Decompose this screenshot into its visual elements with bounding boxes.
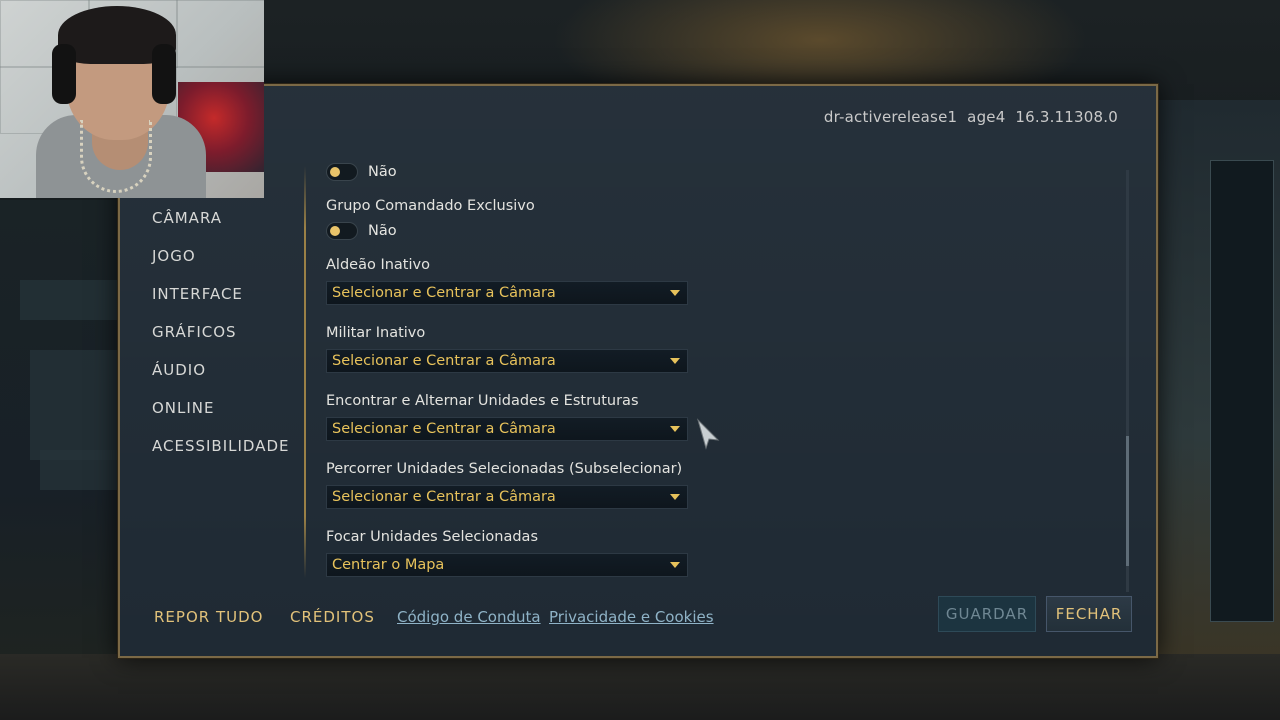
nav-item-camera[interactable]: CÂMARA bbox=[152, 206, 290, 244]
label-focar-unidades: Focar Unidades Selecionadas bbox=[326, 529, 538, 545]
settings-dialog: dr-activerelease1 age4 16.3.11308.0 CÂMA… bbox=[118, 84, 1158, 658]
dialog-footer: REPOR TUDO CRÉDITOS Código de Conduta Pr… bbox=[154, 596, 1134, 634]
label-encontrar-alternar: Encontrar e Alternar Unidades e Estrutur… bbox=[326, 393, 639, 409]
dropdown-aldeao-inativo[interactable]: Selecionar e Centrar a Câmara bbox=[326, 281, 688, 305]
toggle-grupo-comandado[interactable]: Não bbox=[326, 222, 397, 240]
toggle-previous-setting[interactable]: Não bbox=[326, 163, 397, 181]
nav-item-game[interactable]: JOGO bbox=[152, 244, 290, 282]
settings-scrollbar-thumb[interactable] bbox=[1126, 436, 1129, 566]
chevron-down-icon bbox=[670, 358, 680, 364]
toggle-knob bbox=[330, 226, 340, 236]
chevron-down-icon bbox=[670, 290, 680, 296]
code-of-conduct-link[interactable]: Código de Conduta bbox=[397, 604, 541, 630]
chevron-down-icon bbox=[670, 426, 680, 432]
game-right-ui bbox=[1155, 100, 1280, 660]
dropdown-focar-unidades[interactable]: Centrar o Mapa bbox=[326, 553, 688, 577]
save-button[interactable]: GUARDAR bbox=[938, 596, 1036, 632]
mouse-cursor-icon bbox=[696, 418, 720, 450]
nav-item-graphics[interactable]: GRÁFICOS bbox=[152, 320, 290, 358]
label-grupo-comandado: Grupo Comandado Exclusivo bbox=[326, 198, 535, 214]
nav-item-accessibility[interactable]: ACESSIBILIDADE bbox=[152, 434, 290, 472]
label-militar-inativo: Militar Inativo bbox=[326, 325, 426, 341]
nav-divider bbox=[304, 166, 306, 578]
dropdown-encontrar-alternar[interactable]: Selecionar e Centrar a Câmara bbox=[326, 417, 688, 441]
build-version-label: dr-activerelease1 age4 16.3.11308.0 bbox=[823, 108, 1118, 126]
settings-nav: CÂMARA JOGO INTERFACE GRÁFICOS ÁUDIO ONL… bbox=[152, 206, 290, 472]
dropdown-value: Selecionar e Centrar a Câmara bbox=[332, 285, 556, 301]
toggle-track bbox=[326, 222, 358, 240]
game-bottom-hud bbox=[0, 654, 1280, 720]
dropdown-value: Selecionar e Centrar a Câmara bbox=[332, 489, 556, 505]
label-percorrer-unidades: Percorrer Unidades Selecionadas (Subsele… bbox=[326, 461, 683, 477]
game-left-ui bbox=[0, 200, 118, 680]
nav-item-audio[interactable]: ÁUDIO bbox=[152, 358, 290, 396]
reset-all-button[interactable]: REPOR TUDO bbox=[154, 604, 263, 630]
dropdown-percorrer-unidades[interactable]: Selecionar e Centrar a Câmara bbox=[326, 485, 688, 509]
nav-item-online[interactable]: ONLINE bbox=[152, 396, 290, 434]
label-aldeao-inativo: Aldeão Inativo bbox=[326, 257, 430, 273]
toggle-track bbox=[326, 163, 358, 181]
nav-item-interface[interactable]: INTERFACE bbox=[152, 282, 290, 320]
toggle-value: Não bbox=[368, 164, 397, 180]
toggle-knob bbox=[330, 167, 340, 177]
dropdown-value: Selecionar e Centrar a Câmara bbox=[332, 353, 556, 369]
dropdown-value: Centrar o Mapa bbox=[332, 557, 445, 573]
toggle-value: Não bbox=[368, 223, 397, 239]
dropdown-value: Selecionar e Centrar a Câmara bbox=[332, 421, 556, 437]
webcam-overlay bbox=[0, 0, 264, 198]
credits-button[interactable]: CRÉDITOS bbox=[290, 604, 375, 630]
chevron-down-icon bbox=[670, 562, 680, 568]
chevron-down-icon bbox=[670, 494, 680, 500]
privacy-cookies-link[interactable]: Privacidade e Cookies bbox=[549, 604, 714, 630]
dropdown-militar-inativo[interactable]: Selecionar e Centrar a Câmara bbox=[326, 349, 688, 373]
close-button[interactable]: FECHAR bbox=[1046, 596, 1132, 632]
